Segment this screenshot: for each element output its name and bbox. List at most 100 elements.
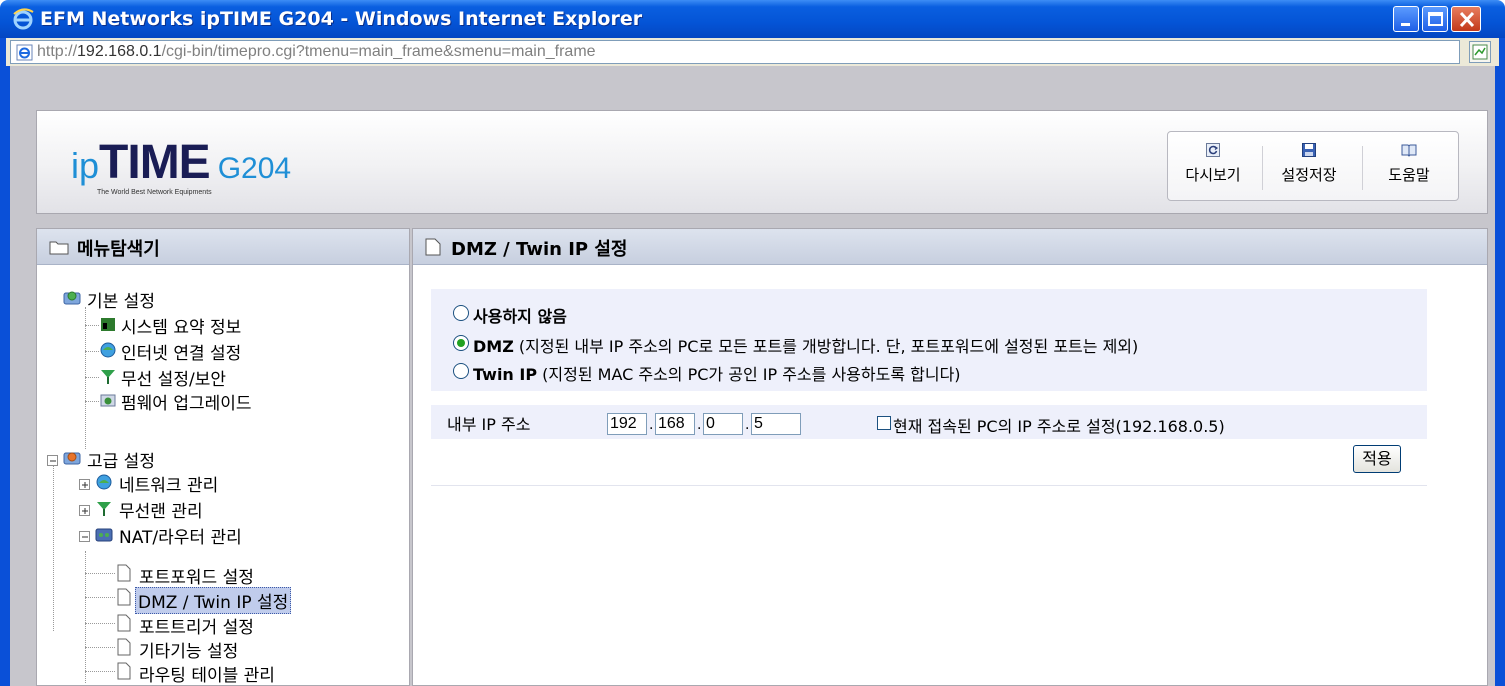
maximize-button[interactable] [1422, 6, 1448, 32]
tree-line [85, 307, 86, 449]
address-bar: http://192.168.0.1/cgi-bin/timepro.cgi?t… [0, 38, 1505, 66]
minus-icon [50, 460, 56, 462]
ip-dot: . [649, 417, 654, 433]
menu-item-wireless-security[interactable]: 무선 설정/보안 [99, 365, 299, 390]
menu-item-routing-table[interactable]: 라우팅 테이블 관리 [115, 661, 355, 686]
internal-ip-label: 내부 IP 주소 [447, 415, 531, 434]
internal-ip-row: 내부 IP 주소 192 . 168 . 0 . 5 현재 접속된 PC의 IP… [431, 405, 1427, 477]
main-content: DMZ / Twin IP 설정 사용하지 않음 DMZ (지정된 내부 IP … [412, 228, 1488, 686]
collapse-toggle[interactable] [47, 455, 58, 466]
ip-octet-1-input[interactable]: 192 [607, 413, 647, 435]
document-icon [117, 564, 131, 582]
radio-circle-selected [453, 335, 469, 351]
internet-explorer-icon [13, 8, 34, 30]
maximize-icon [1428, 12, 1443, 26]
address-url: http://192.168.0.1/cgi-bin/timepro.cgi?t… [37, 43, 596, 60]
reload-button[interactable]: 다시보기 [1168, 138, 1258, 196]
menu-header: 메뉴탐색기 [37, 229, 409, 265]
tree-line [85, 671, 115, 672]
minus-icon [82, 536, 88, 538]
plus-icon [82, 482, 88, 488]
window-frame-left [0, 66, 10, 686]
menu-item-system-summary[interactable]: 시스템 요약 정보 [99, 313, 299, 338]
radio-circle [453, 363, 469, 379]
window-frame-right [1495, 66, 1505, 686]
apply-button[interactable]: 적용 [1353, 445, 1401, 473]
menu-item-port-trigger[interactable]: 포트트리거 설정 [115, 613, 355, 638]
close-button[interactable] [1451, 6, 1481, 32]
document-icon [117, 662, 131, 680]
wireless-lan-icon [97, 502, 111, 516]
radio-circle [453, 305, 469, 321]
plus-icon [82, 508, 88, 514]
refresh-icon [1206, 143, 1220, 157]
menu-group-basic[interactable]: 기본 설정 [63, 287, 263, 312]
tree-line [85, 401, 99, 402]
menu-item-dmz-twin-ip[interactable]: DMZ / Twin IP 설정 [115, 587, 355, 614]
close-icon [1459, 11, 1475, 28]
tree-line [85, 573, 115, 574]
ip-octet-4-input[interactable]: 5 [751, 413, 801, 435]
expand-toggle[interactable] [79, 505, 90, 516]
router-header: ipTIME G204 The World Best Network Equipm… [36, 110, 1488, 214]
menu-group-wireless-lan[interactable]: 무선랜 관리 [95, 497, 315, 522]
internet-connection-icon [100, 342, 116, 358]
menu-item-firmware-upgrade[interactable]: 펌웨어 업그레이드 [99, 389, 299, 414]
toolbox-separator [1362, 146, 1363, 190]
document-icon [117, 614, 131, 632]
compatibility-view-icon [1472, 44, 1488, 60]
iptime-logo: ipTIME G204 The World Best Network Equipm… [71, 136, 292, 196]
tree-line [85, 377, 99, 378]
tree-line [85, 551, 86, 683]
ip-octet-3-input[interactable]: 0 [703, 413, 743, 435]
collapse-toggle[interactable] [79, 531, 90, 542]
menu-group-network[interactable]: 네트워크 관리 [95, 471, 315, 496]
advanced-settings-icon [63, 452, 81, 465]
wireless-security-icon [101, 370, 115, 384]
divider [431, 485, 1427, 486]
header-toolbox: 다시보기 설정저장 도움말 [1167, 131, 1459, 201]
help-book-icon [1401, 144, 1417, 157]
ip-dot: . [697, 417, 702, 433]
document-icon [117, 588, 131, 606]
compatibility-view-button[interactable] [1469, 41, 1491, 63]
tree-line [53, 461, 54, 631]
save-icon [1302, 143, 1316, 157]
window-title: EFM Networks ipTIME G204 - Windows Inter… [40, 8, 643, 30]
basic-settings-icon [63, 291, 81, 305]
help-button[interactable]: 도움말 [1364, 138, 1454, 196]
radio-label: Twin IP (지정된 MAC 주소의 PC가 공인 IP 주소를 사용하도록… [473, 365, 961, 384]
document-icon [425, 238, 441, 256]
menu-group-advanced[interactable]: 고급 설정 [63, 447, 263, 472]
use-current-pc-ip-checkbox[interactable] [877, 416, 891, 430]
minimize-icon [1401, 23, 1410, 26]
radio-label: 사용하지 않음 [473, 307, 567, 326]
firmware-upgrade-icon [100, 394, 116, 407]
menu-item-internet-connection[interactable]: 인터넷 연결 설정 [99, 339, 299, 364]
content-header: DMZ / Twin IP 설정 [413, 229, 1487, 265]
menu-item-port-forward[interactable]: 포트포워드 설정 [115, 563, 355, 588]
ip-octet-2-input[interactable]: 168 [655, 413, 695, 435]
window-titlebar: EFM Networks ipTIME G204 - Windows Inter… [0, 0, 1505, 38]
expand-toggle[interactable] [79, 479, 90, 490]
ip-dot: . [745, 417, 750, 433]
minimize-button[interactable] [1393, 6, 1419, 32]
nat-router-icon [95, 528, 113, 542]
ie-page-icon [16, 44, 33, 61]
mode-options: 사용하지 않음 DMZ (지정된 내부 IP 주소의 PC로 모든 포트를 개방… [431, 289, 1427, 391]
address-input[interactable]: http://192.168.0.1/cgi-bin/timepro.cgi?t… [10, 40, 1460, 64]
logo-tagline: The World Best Network Equipments [97, 189, 212, 196]
page-title: DMZ / Twin IP 설정 [451, 239, 628, 260]
save-settings-button[interactable]: 설정저장 [1264, 138, 1354, 196]
document-icon [117, 638, 131, 656]
folder-icon [49, 241, 69, 255]
menu-item-misc-functions[interactable]: 기타기능 설정 [115, 637, 355, 662]
tree-line [85, 325, 99, 326]
system-summary-icon [101, 318, 115, 331]
tree-line [85, 597, 115, 598]
menu-group-nat-router[interactable]: NAT/라우터 관리 [95, 523, 335, 548]
tree-line [85, 647, 115, 648]
use-current-pc-ip-label: 현재 접속된 PC의 IP 주소로 설정(192.168.0.5) [893, 417, 1225, 436]
tree-line [85, 623, 115, 624]
tree-line [85, 351, 99, 352]
